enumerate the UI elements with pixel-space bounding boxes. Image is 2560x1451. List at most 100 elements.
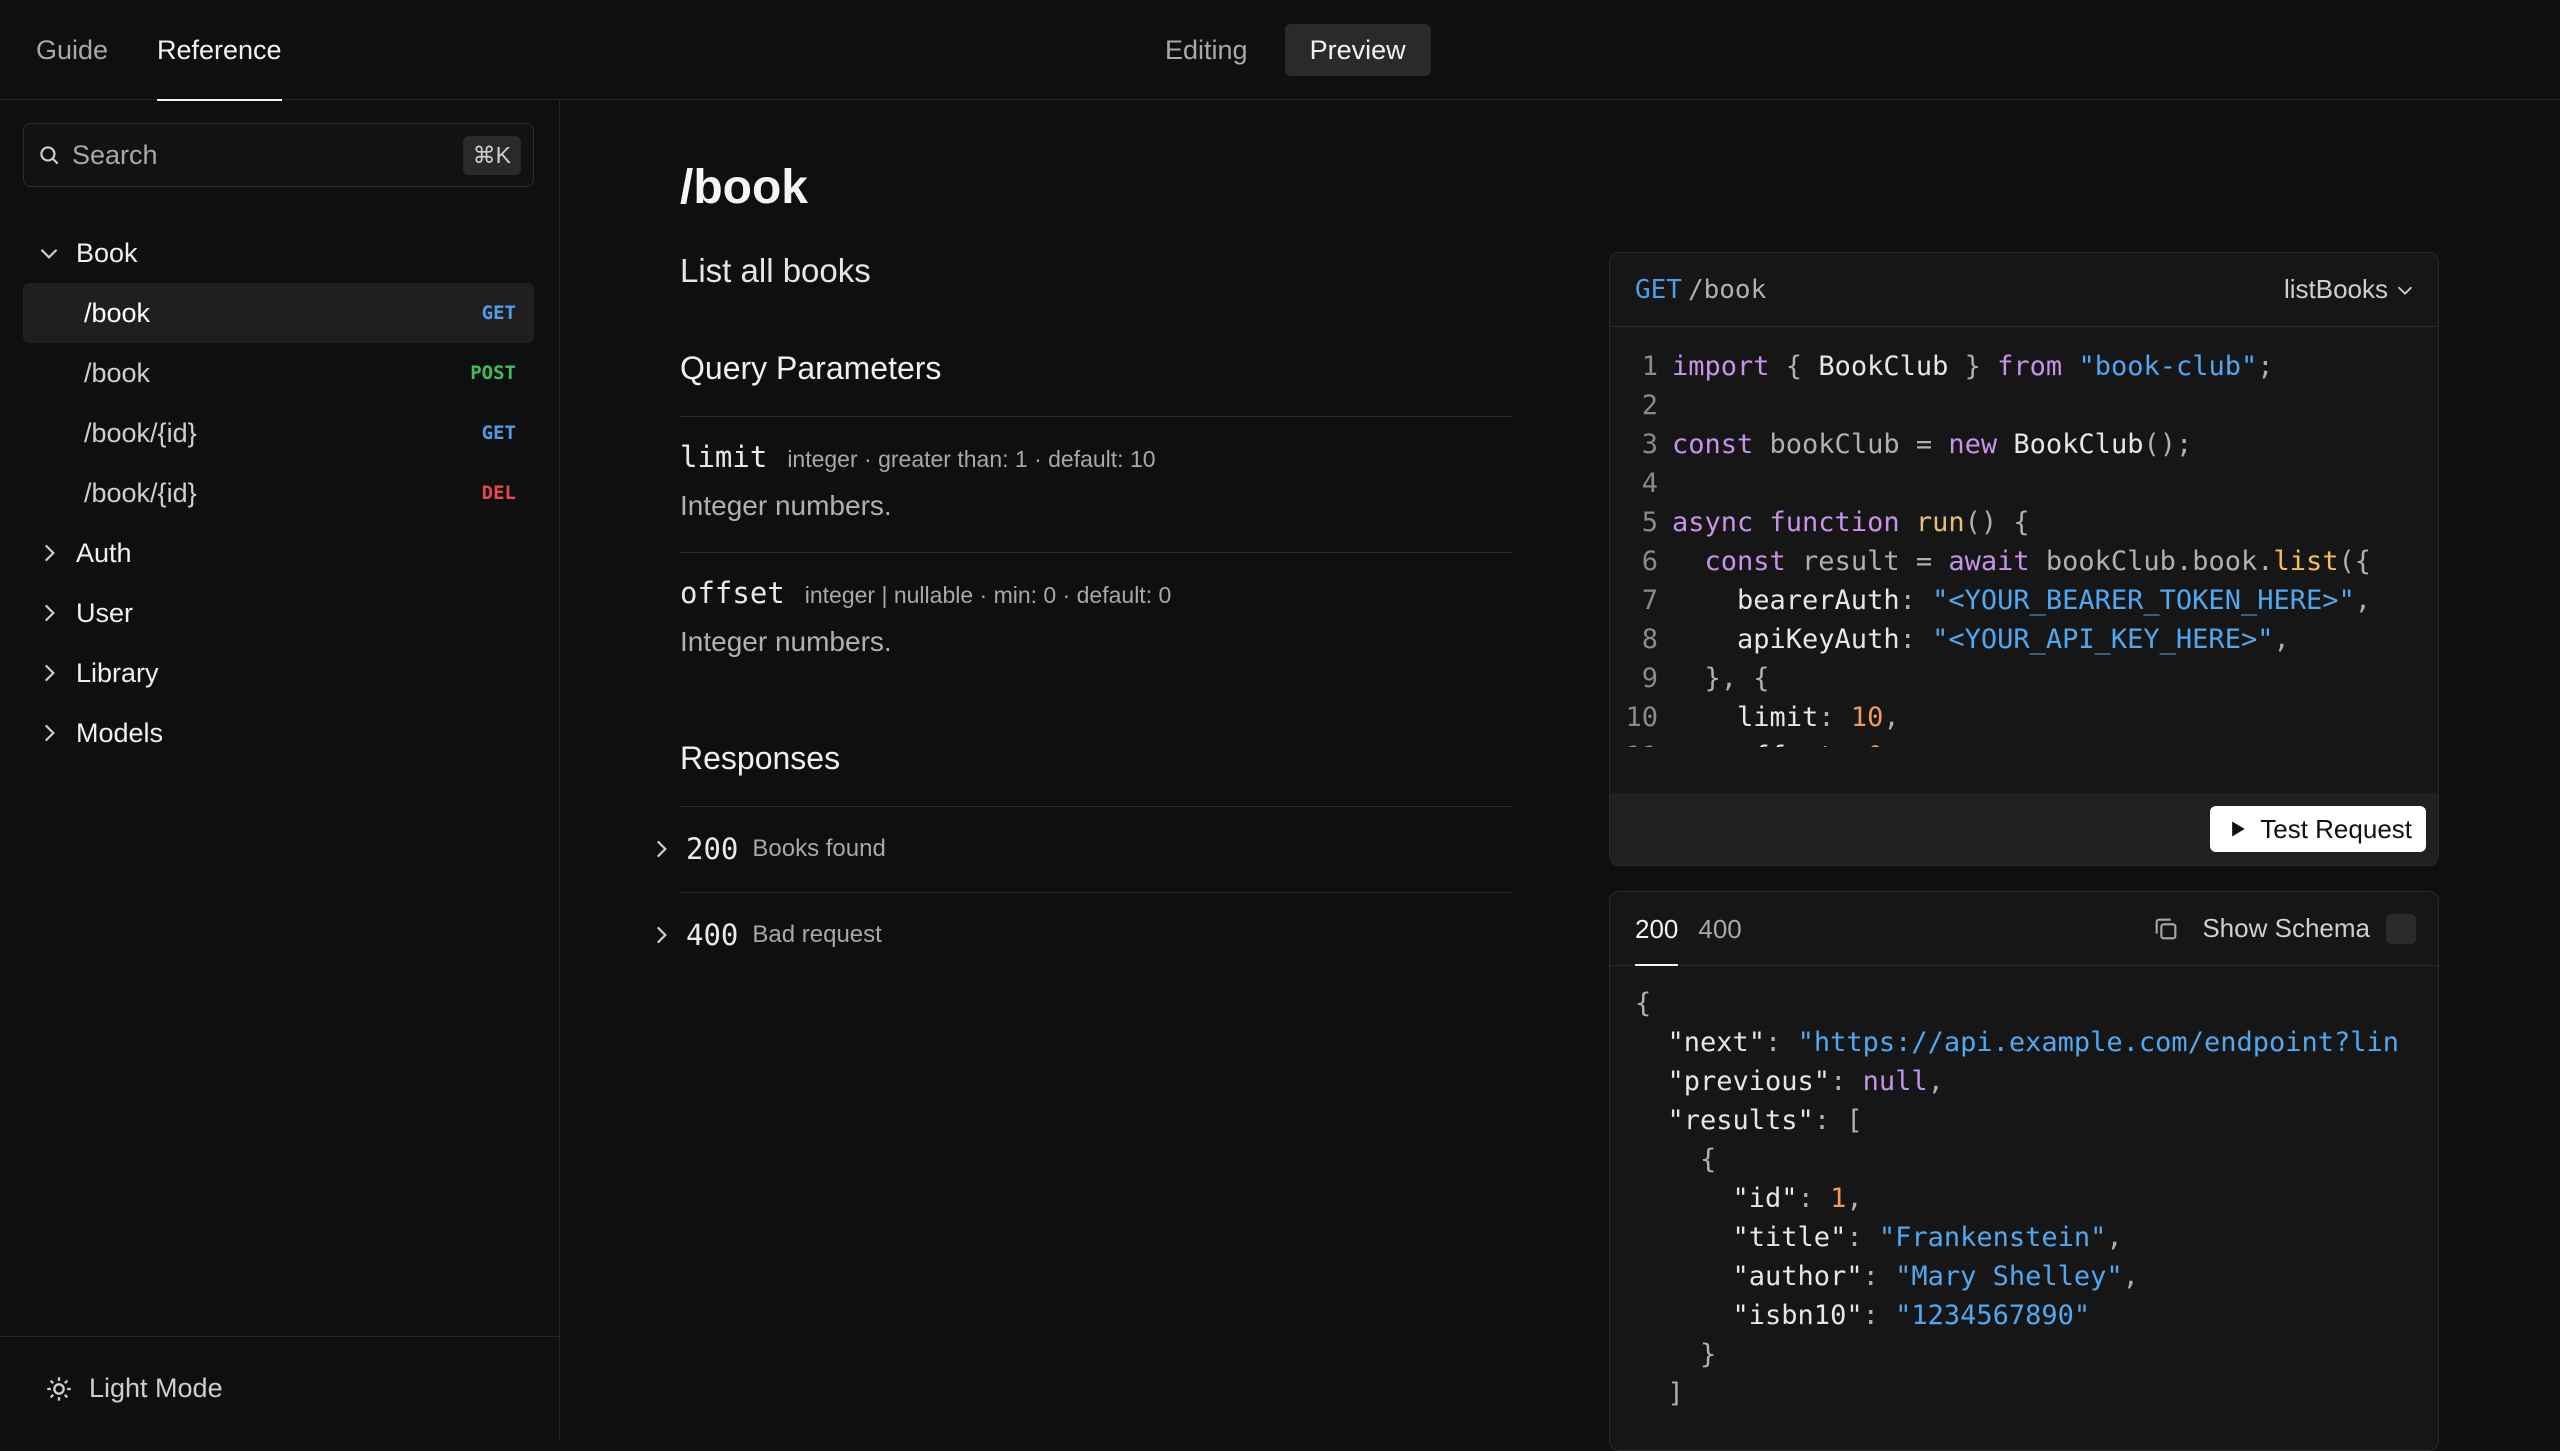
json-line: "next": "https://api.example.com/endpoin… xyxy=(1635,1027,2400,1058)
response-text: Bad request xyxy=(752,921,882,948)
sidebar-group-library[interactable]: Library xyxy=(23,643,534,703)
test-request-label: Test Request xyxy=(2260,813,2412,844)
param-offset: offset integer | nullable · min: 0 · defa… xyxy=(680,576,1171,610)
code-line: 8 apiKeyAuth: "<YOUR_API_KEY_HERE>", xyxy=(1641,624,2290,655)
tab-response-400[interactable]: 400 xyxy=(1698,892,1741,966)
sidebar-group-models[interactable]: Models xyxy=(23,703,534,763)
search-input[interactable]: Search ⌘K xyxy=(23,123,534,187)
method-badge: DEL xyxy=(481,482,516,504)
sidebar-item-get-book-id[interactable]: /book/{id} GET xyxy=(23,403,534,463)
chevron-down-icon xyxy=(40,248,58,259)
code-line: 10 limit: 10, xyxy=(1625,702,1900,733)
chevron-right-icon xyxy=(44,664,55,682)
show-schema-label: Show Schema xyxy=(2202,913,2370,943)
response-text: Books found xyxy=(752,835,886,862)
tab-reference[interactable]: Reference xyxy=(157,0,282,101)
sidebar-item-path: /book xyxy=(84,297,151,328)
sidebar-group-label: Models xyxy=(76,717,164,748)
sidebar-group-label: Library xyxy=(76,657,159,688)
chevron-right-icon xyxy=(44,544,55,562)
json-line: { xyxy=(1635,988,1652,1019)
mode-switch: Editing Preview xyxy=(1140,24,1431,76)
code-line: 3 const bookClub = new BookClub(); xyxy=(1641,429,2193,460)
sidebar-item-path: /book/{id} xyxy=(84,477,197,508)
response-200-row[interactable]: 200 Books found xyxy=(648,807,1512,891)
sidebar-group-user[interactable]: User xyxy=(23,583,534,643)
code-line: 11 offset: 0, xyxy=(1610,737,2438,747)
chevron-down-icon xyxy=(2397,286,2413,295)
method-badge: GET xyxy=(481,302,516,324)
tab-response-200[interactable]: 200 xyxy=(1635,892,1679,966)
operation-select[interactable]: listBooks xyxy=(2284,274,2416,305)
json-line: "author": "Mary Shelley", xyxy=(1635,1261,2139,1292)
response-tabs: 200 400 xyxy=(1635,892,1762,966)
play-icon xyxy=(2232,821,2245,837)
code-line: 4 xyxy=(1641,468,1658,499)
preview-button[interactable]: Preview xyxy=(1284,24,1431,76)
sidebar-group-book[interactable]: Book xyxy=(23,223,534,283)
sidebar-item-del-book-id[interactable]: /book/{id} DEL xyxy=(23,463,534,523)
chevron-right-icon xyxy=(44,724,55,742)
light-mode-label: Light Mode xyxy=(89,1373,223,1403)
json-line: "previous": null, xyxy=(1635,1066,1944,1097)
method-badge: POST xyxy=(470,362,516,384)
param-limit: limit integer · greater than: 1 · default… xyxy=(680,440,1156,474)
method-badge: GET xyxy=(481,422,516,444)
response-code: 200 xyxy=(686,832,739,866)
chevron-right-icon xyxy=(44,604,55,622)
code-line: 7 bearerAuth: "<YOUR_BEARER_TOKEN_HERE>"… xyxy=(1641,585,2371,616)
test-request-button[interactable]: Test Request xyxy=(2210,806,2426,852)
light-mode-toggle[interactable]: Light Mode xyxy=(0,1336,560,1440)
json-line: "isbn10": "1234567890" xyxy=(1635,1300,2091,1331)
code-example: 1 import { BookClub } from "book-club"; 2… xyxy=(1610,327,2438,747)
param-description: Integer numbers. xyxy=(680,626,892,657)
response-code: 400 xyxy=(686,918,739,952)
request-example-panel: GET/book listBooks 1 import { BookClub } … xyxy=(1609,252,2439,866)
param-name: limit xyxy=(680,440,768,474)
code-line: 9 }, { xyxy=(1641,663,1770,694)
request-panel-header: GET/book listBooks xyxy=(1610,253,2438,327)
query-parameters-heading: Query Parameters xyxy=(680,350,942,386)
sidebar-group-label: User xyxy=(76,597,134,628)
page-title: /book xyxy=(680,161,808,214)
divider xyxy=(680,416,1512,417)
request-title: GET/book xyxy=(1635,275,1766,305)
chevron-right-icon xyxy=(656,926,667,944)
json-line: { xyxy=(1635,1144,1717,1175)
endpoint-description: List all books xyxy=(680,252,871,289)
sidebar-item-get-book[interactable]: /book GET xyxy=(23,283,534,343)
sidebar-item-post-book[interactable]: /book POST xyxy=(23,343,534,403)
response-example-panel: 200 400 Show Schema { "next": "https://a… xyxy=(1609,891,2439,1451)
sidebar-group-label: Auth xyxy=(76,537,132,568)
param-name: offset xyxy=(680,576,785,610)
response-400-row[interactable]: 400 Bad request xyxy=(648,893,1512,977)
divider xyxy=(680,552,1512,553)
response-panel-header: 200 400 Show Schema xyxy=(1610,892,2438,966)
request-path: /book xyxy=(1687,274,1767,305)
code-line: 2 xyxy=(1641,390,1658,421)
copy-icon[interactable] xyxy=(2152,915,2180,943)
chevron-right-icon xyxy=(656,840,667,858)
search-shortcut: ⌘K xyxy=(462,135,521,175)
param-meta: integer · greater than: 1 · default: 10 xyxy=(787,446,1156,472)
responses-heading: Responses xyxy=(680,740,841,776)
json-line: "results": [ xyxy=(1635,1105,1863,1136)
endpoint-tree: Book /book GET /book POST /book/{id} GET… xyxy=(23,223,534,763)
request-panel-footer: Test Request xyxy=(1610,793,2438,865)
sidebar-group-auth[interactable]: Auth xyxy=(23,523,534,583)
top-bar: Guide Reference Editing Preview xyxy=(0,0,2560,101)
search-icon xyxy=(40,146,59,165)
response-tools: Show Schema xyxy=(2152,913,2416,944)
json-line: "title": "Frankenstein", xyxy=(1635,1222,2123,1253)
editing-button[interactable]: Editing xyxy=(1140,24,1273,76)
show-schema-checkbox[interactable] xyxy=(2386,913,2416,944)
code-line: 6 const result = await bookClub.book.lis… xyxy=(1641,546,2372,577)
sidebar-item-path: /book/{id} xyxy=(84,417,197,448)
code-line: 1 import { BookClub } from "book-club"; xyxy=(1641,351,2274,382)
operation-name: listBooks xyxy=(2283,274,2388,304)
param-meta: integer | nullable · min: 0 · default: 0 xyxy=(804,582,1172,608)
code-line: 5 async function run() { xyxy=(1641,507,2030,538)
tab-guide[interactable]: Guide xyxy=(36,0,108,100)
response-json: { "next": "https://api.example.com/endpo… xyxy=(1610,966,2438,1413)
json-line: ] xyxy=(1635,1378,1684,1409)
